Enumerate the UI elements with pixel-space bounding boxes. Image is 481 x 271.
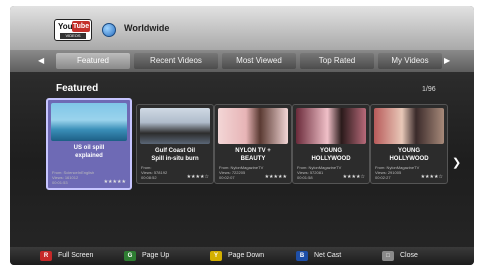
video-meta: From: ScienceInEnglish Views: 161012 00:01… <box>52 170 95 185</box>
video-thumbnail <box>51 103 127 141</box>
red-key-icon[interactable]: R <box>40 251 52 261</box>
green-key-icon[interactable]: G <box>124 251 136 261</box>
globe-icon <box>102 23 116 37</box>
video-card[interactable]: US oil spill explained From: ScienceInEng… <box>46 98 132 190</box>
video-card[interactable]: YOUNG HOLLYWOOD From: NylonMagazineTV View… <box>370 104 448 184</box>
tab-bar: ◀ Featured Recent Videos Most Viewed Top… <box>10 50 474 72</box>
page-counter: 1/96 <box>422 86 436 93</box>
video-title: Gulf Coast Oil Spill in-situ burn <box>151 148 199 162</box>
video-thumbnail <box>140 108 210 144</box>
yellow-key-icon[interactable]: Y <box>210 251 222 261</box>
rating-stars: ★★★★☆ <box>186 174 209 180</box>
video-thumbnail <box>374 108 444 144</box>
video-thumbnail <box>218 108 288 144</box>
section-title: Featured <box>56 83 99 94</box>
tab-top-rated[interactable]: Top Rated <box>300 53 374 69</box>
video-meta: From: NylonMagazineTV Views: 291005 00:02:… <box>375 165 420 180</box>
logo-tube: Tube <box>72 21 90 32</box>
rating-stars: ★★★★☆ <box>342 174 365 180</box>
page-down-label[interactable]: Page Down <box>228 252 264 259</box>
video-meta: From: NylonMagazineTV Views: 722205 00:02:… <box>219 165 264 180</box>
tab-recent-videos[interactable]: Recent Videos <box>134 53 218 69</box>
header: You Tube VIDEOS Worldwide <box>10 6 474 50</box>
tab-featured[interactable]: Featured <box>56 53 130 69</box>
youtube-logo: You Tube VIDEOS <box>54 19 92 41</box>
rating-stars: ★★★★★ <box>103 179 126 185</box>
net-cast-label[interactable]: Net Cast <box>314 252 341 259</box>
blue-key-icon[interactable]: B <box>296 251 308 261</box>
full-screen-label[interactable]: Full Screen <box>58 252 93 259</box>
logo-videos: VIDEOS <box>60 33 86 39</box>
remote-key-bar: R Full Screen G Page Up Y Page Down B Ne… <box>10 247 474 265</box>
logo-you: You <box>58 22 73 31</box>
video-title: NYLON TV + BEAUTY <box>235 148 271 162</box>
next-page-icon[interactable]: ❯ <box>452 156 461 169</box>
video-meta: From: NylonMagazineTV Views: 572081 00:01:… <box>297 165 342 180</box>
video-title: YOUNG HOLLYWOOD <box>389 148 429 162</box>
rating-stars: ★★★★☆ <box>420 174 443 180</box>
video-meta: From: Views: 578192 00:08:52 <box>141 165 168 180</box>
video-card[interactable]: NYLON TV + BEAUTY From: NylonMagazineTV Vi… <box>214 104 292 184</box>
tab-scroll-left-icon[interactable]: ◀ <box>38 56 44 65</box>
video-title: US oil spill explained <box>73 145 105 159</box>
video-title: YOUNG HOLLYWOOD <box>311 148 351 162</box>
region-title: Worldwide <box>124 23 170 33</box>
close-label[interactable]: Close <box>400 252 418 259</box>
close-key-icon[interactable]: □ <box>382 251 394 261</box>
tab-most-viewed[interactable]: Most Viewed <box>222 53 296 69</box>
page-up-label[interactable]: Page Up <box>142 252 169 259</box>
video-card[interactable]: YOUNG HOLLYWOOD From: NylonMagazineTV View… <box>292 104 370 184</box>
tab-my-videos[interactable]: My Videos <box>378 53 442 69</box>
tab-scroll-right-icon[interactable]: ▶ <box>444 56 450 65</box>
tv-screen: You Tube VIDEOS Worldwide ◀ Featured Rec… <box>10 6 474 265</box>
rating-stars: ★★★★★ <box>264 174 287 180</box>
video-card[interactable]: Gulf Coast Oil Spill in-situ burn From: Vi… <box>136 104 214 184</box>
video-thumbnail <box>296 108 366 144</box>
